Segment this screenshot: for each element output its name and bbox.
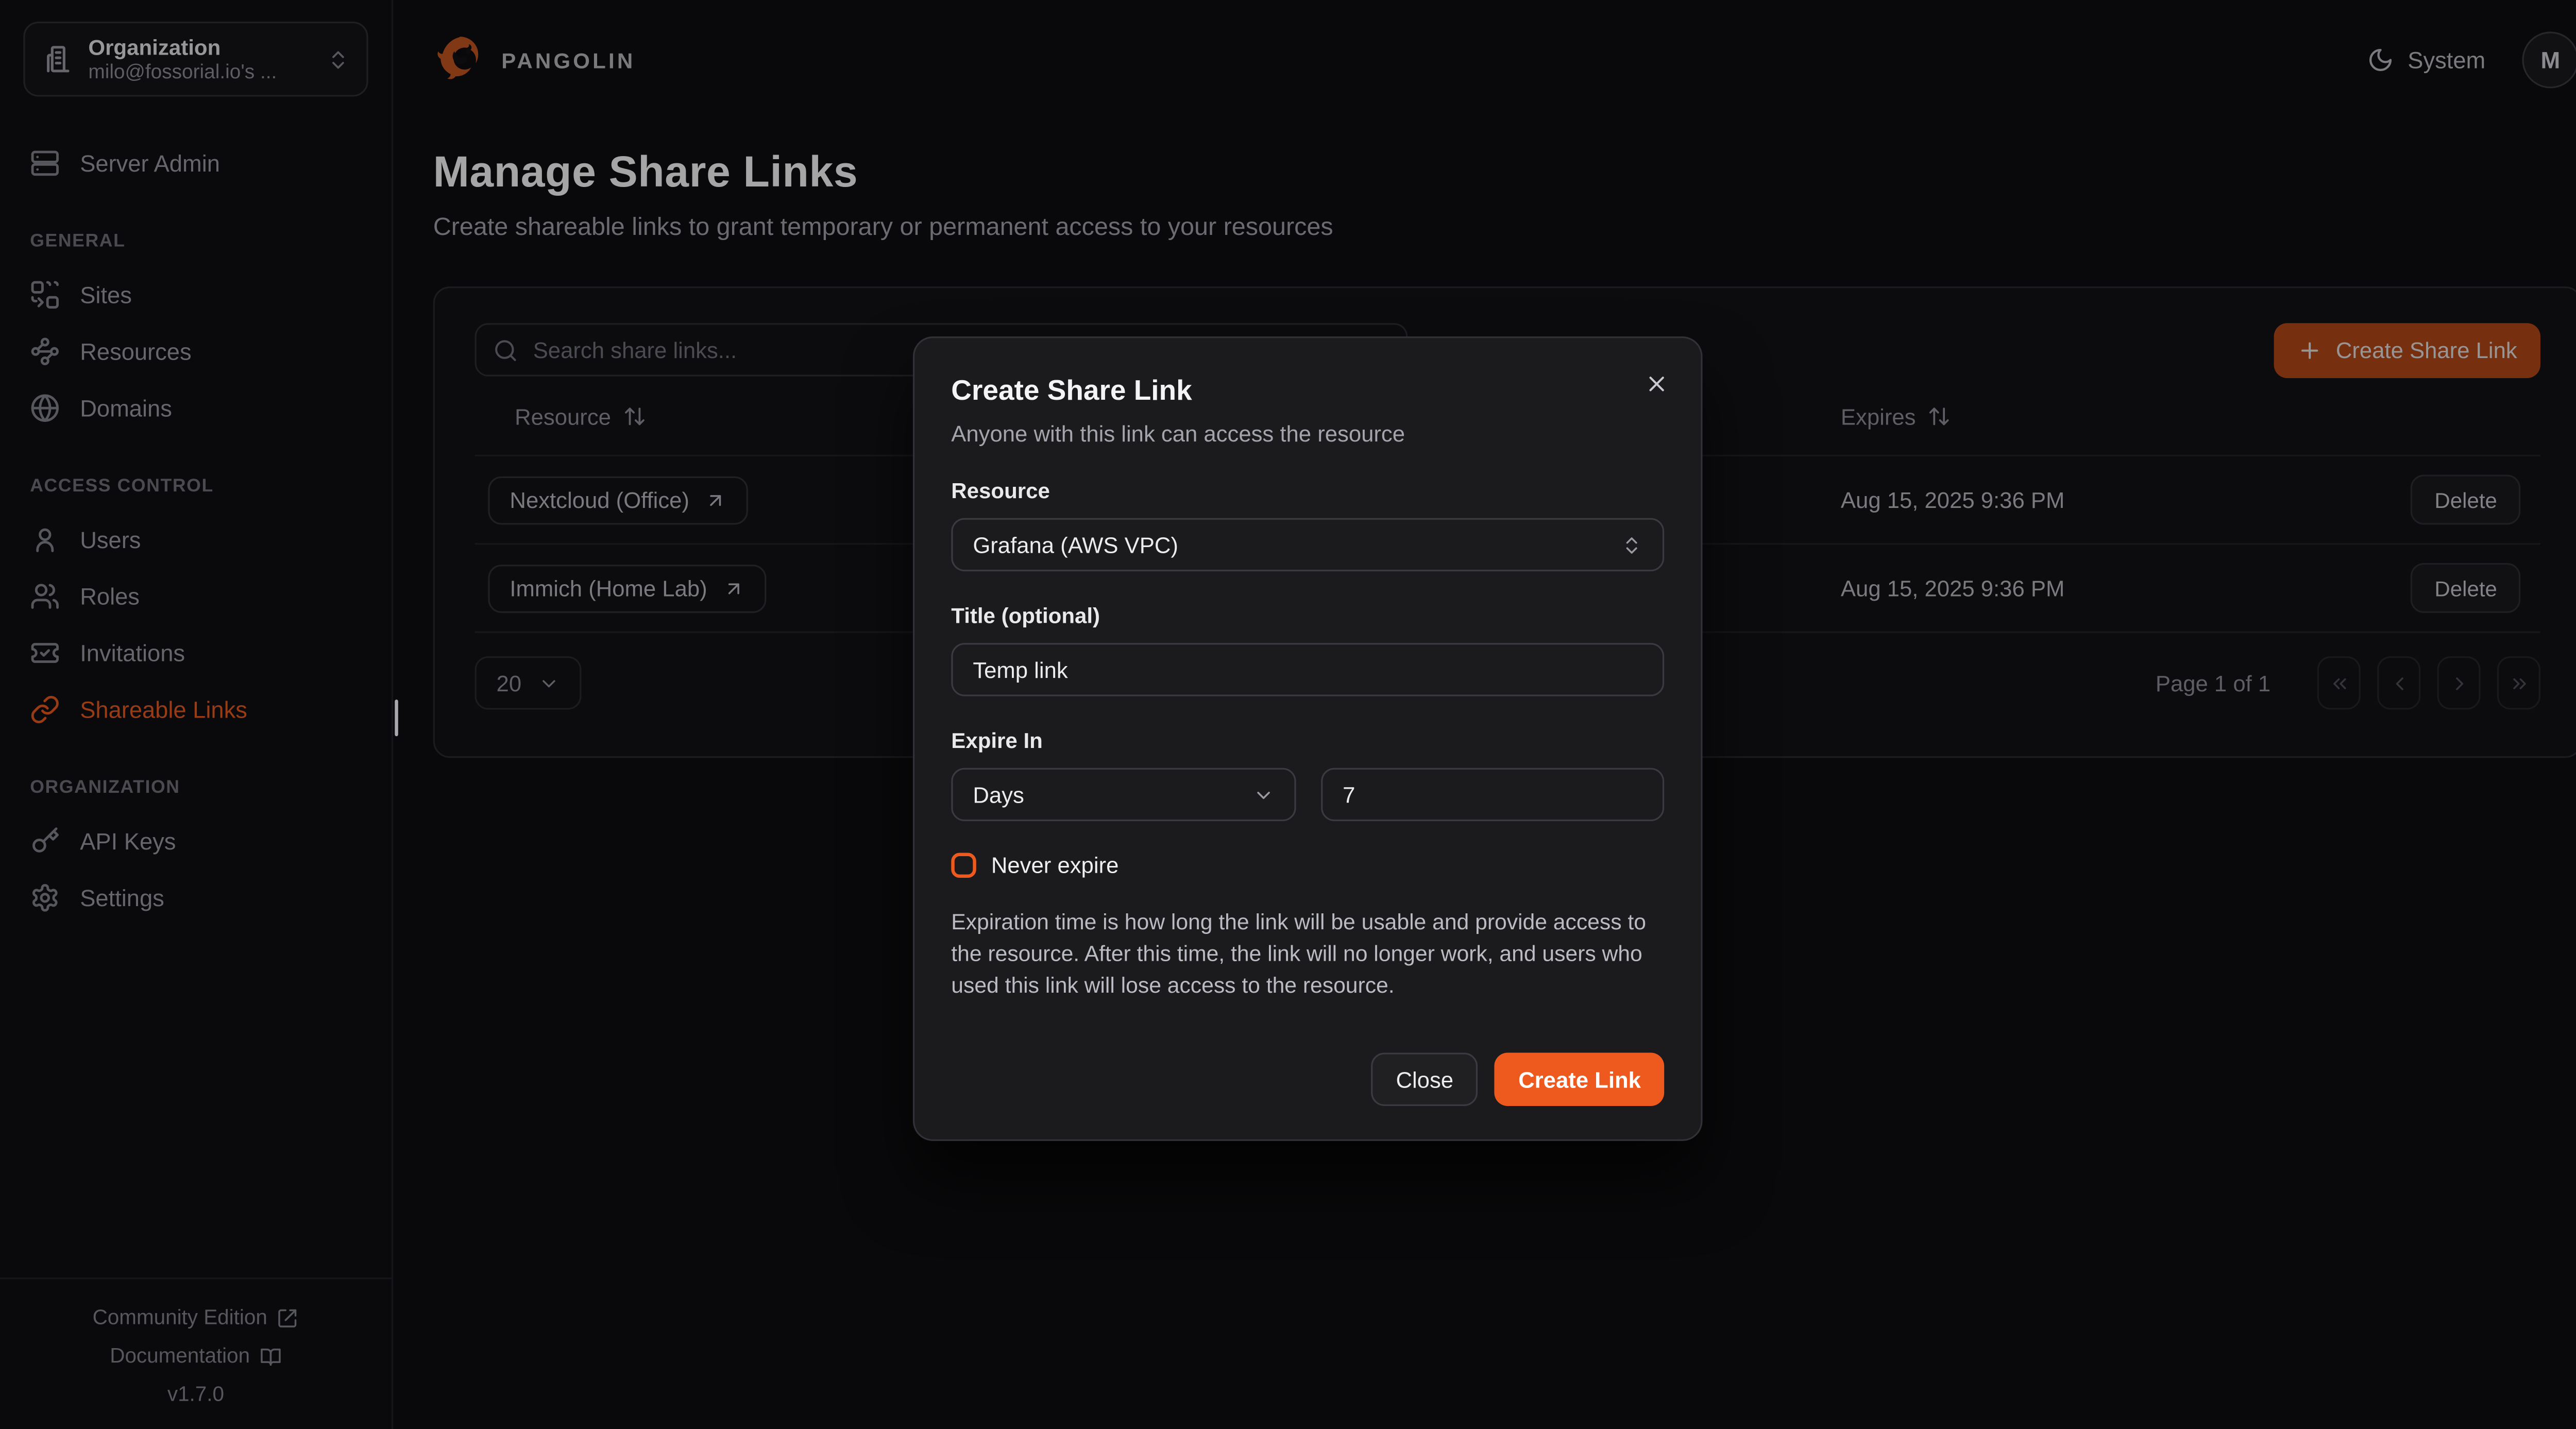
title-input[interactable]: [973, 657, 1642, 683]
title-field-label: Title (optional): [951, 603, 1664, 628]
app-screen: Organization milo@fossorial.io's ... Ser…: [0, 0, 2576, 1429]
create-share-link-modal: Create Share Link Anyone with this link …: [913, 336, 1703, 1141]
never-expire-row: Never expire: [951, 853, 1664, 878]
resource-select[interactable]: Grafana (AWS VPC): [951, 518, 1664, 571]
expire-value-input[interactable]: [1343, 782, 1642, 807]
chevrons-up-down-icon: [1621, 534, 1642, 555]
expire-field-label: Expire In: [951, 728, 1664, 753]
expiration-description: Expiration time is how long the link wil…: [951, 906, 1664, 1001]
never-expire-checkbox[interactable]: [951, 853, 976, 878]
never-expire-label: Never expire: [991, 853, 1118, 878]
expire-unit-select[interactable]: Days: [951, 768, 1296, 821]
chevron-down-icon: [1253, 784, 1275, 805]
close-icon[interactable]: [1637, 365, 1674, 401]
modal-subtitle: Anyone with this link can access the res…: [951, 421, 1664, 447]
modal-title: Create Share Link: [951, 375, 1664, 409]
close-button[interactable]: Close: [1371, 1053, 1479, 1106]
resource-field-label: Resource: [951, 478, 1664, 503]
sidebar-resize-handle[interactable]: [395, 700, 398, 736]
create-link-button[interactable]: Create Link: [1495, 1053, 1664, 1106]
